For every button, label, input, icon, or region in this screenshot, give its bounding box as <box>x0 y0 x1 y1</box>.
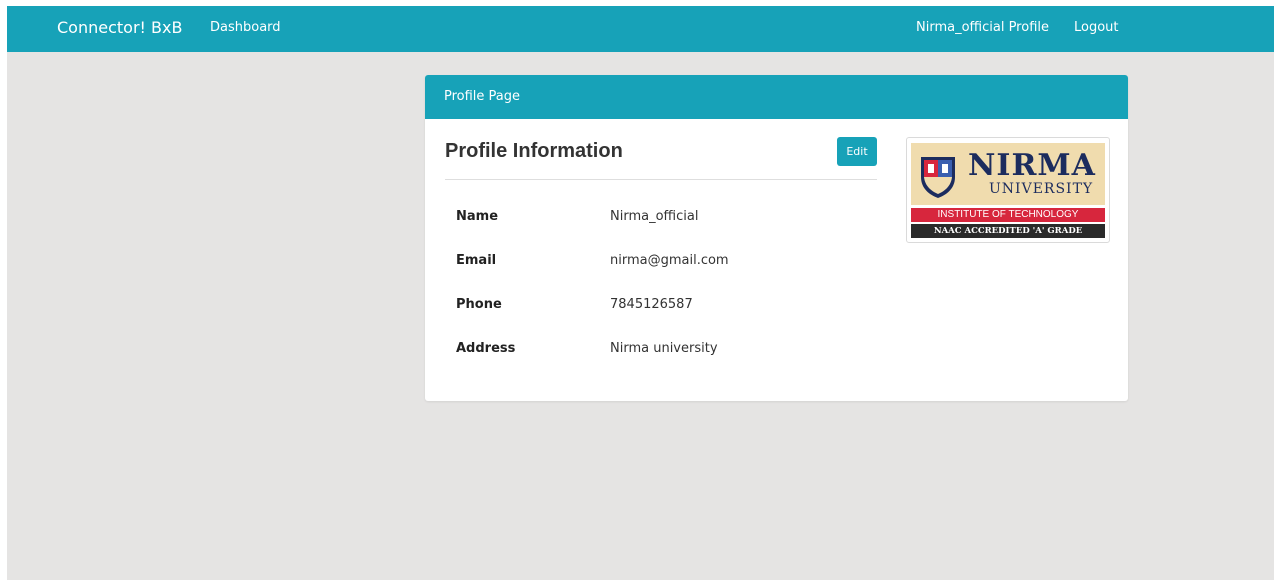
divider <box>445 179 877 180</box>
logo-subtitle: UNIVERSITY <box>989 181 1094 197</box>
address-label: Address <box>456 341 516 356</box>
email-value: nirma@gmail.com <box>610 253 729 268</box>
profile-logo: NIRMA UNIVERSITY INSTITUTE OF TECHNOLOGY… <box>906 137 1110 243</box>
name-value: Nirma_official <box>610 209 699 224</box>
logo-accreditation-band: NAAC ACCREDITED 'A' GRADE <box>911 224 1105 238</box>
phone-label: Phone <box>456 297 502 312</box>
edit-button[interactable]: Edit <box>837 137 877 166</box>
top-navbar: Connector! BxB Dashboard Nirma_official … <box>7 6 1274 52</box>
address-value: Nirma university <box>610 341 718 356</box>
nav-profile-link[interactable]: Nirma_official Profile <box>916 20 1049 35</box>
logo-wordmark: NIRMA <box>968 148 1096 183</box>
nav-logout-link[interactable]: Logout <box>1074 20 1119 35</box>
nav-dashboard-link[interactable]: Dashboard <box>210 20 281 35</box>
email-label: Email <box>456 253 497 268</box>
brand-link[interactable]: Connector! BxB <box>57 18 182 37</box>
card-header-title: Profile Page <box>444 89 521 104</box>
app-frame: Connector! BxB Dashboard Nirma_official … <box>7 6 1274 580</box>
name-label: Name <box>456 209 499 224</box>
logo-banner: NIRMA UNIVERSITY <box>911 143 1105 205</box>
logo-institute-band: INSTITUTE OF TECHNOLOGY <box>911 208 1105 222</box>
profile-card: Profile Page Profile Information Edit Na… <box>425 75 1128 401</box>
profile-information-title: Profile Information <box>445 140 623 162</box>
card-header: Profile Page <box>425 75 1128 119</box>
phone-value: 7845126587 <box>610 297 693 312</box>
university-crest-icon <box>921 157 955 198</box>
